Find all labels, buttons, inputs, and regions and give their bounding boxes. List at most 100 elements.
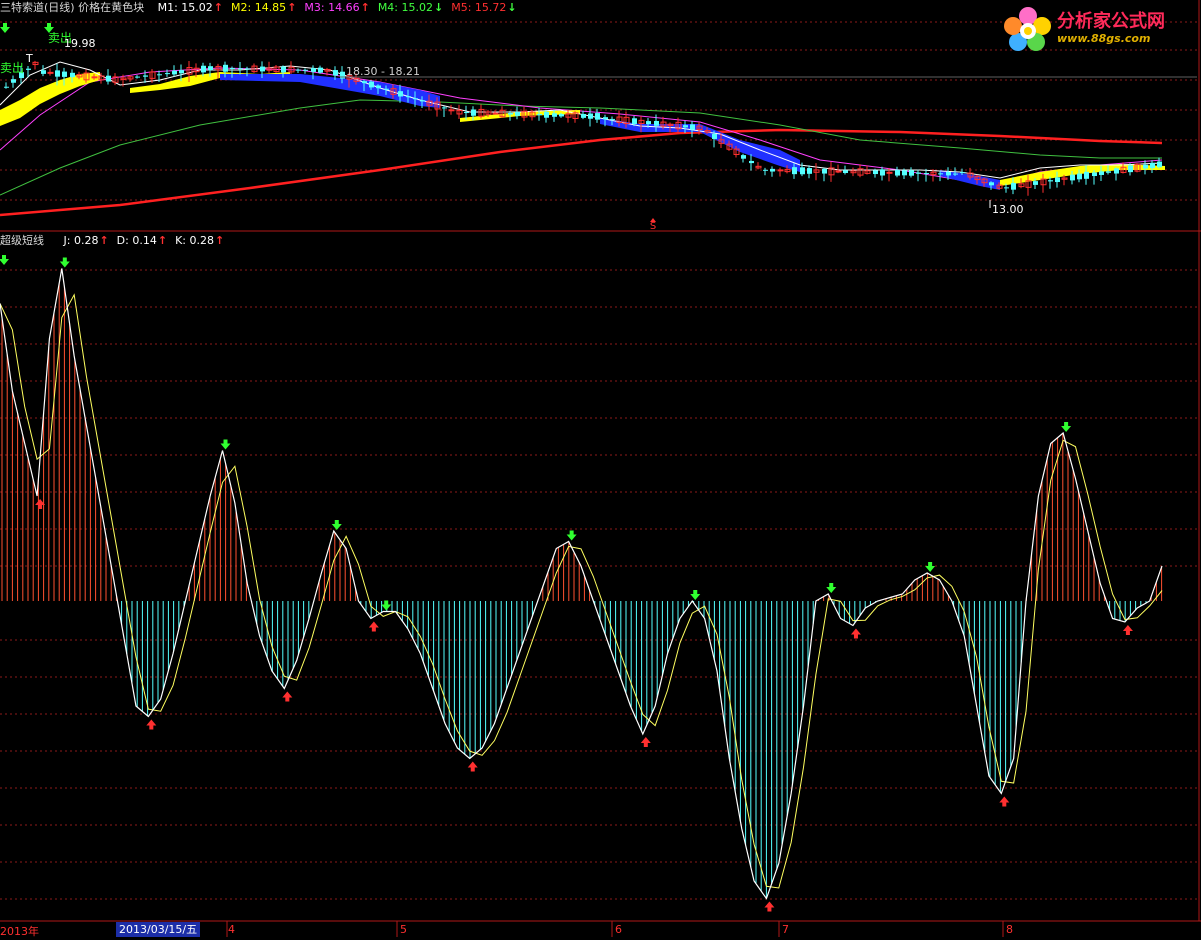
- candle-body: [245, 68, 250, 70]
- site-logo: 分析家公式网 www.88gs.com: [1000, 4, 1196, 56]
- ma-indicator-value: M2: 14.85: [231, 1, 287, 14]
- candle-body: [588, 113, 593, 119]
- candle-body: [91, 76, 98, 79]
- ma-indicator-value: M3: 14.66: [304, 1, 360, 14]
- candle-body: [902, 170, 907, 176]
- candle-body: [508, 112, 513, 115]
- signal-s-label: S: [650, 221, 656, 232]
- candle-body: [989, 182, 994, 186]
- logo-text: 分析家公式网: [1057, 11, 1165, 32]
- month-label: 7: [782, 923, 789, 936]
- candle-body: [770, 168, 775, 172]
- candle-body: [420, 100, 425, 102]
- buy-arrow-icon: [282, 691, 293, 702]
- buy-arrow-icon: [999, 796, 1010, 807]
- month-label: 5: [400, 923, 407, 936]
- candle-body: [595, 113, 600, 120]
- ma-white-line: [0, 61, 1163, 179]
- candle-body: [960, 172, 965, 174]
- kdj-indicator-value: D: 0.14: [116, 234, 157, 247]
- up-arrow-icon: ↑: [213, 1, 223, 14]
- candle-body: [492, 112, 499, 115]
- candle-body: [822, 168, 827, 174]
- candle-body: [1077, 173, 1082, 180]
- candle-body: [179, 70, 184, 74]
- candle-body: [1128, 165, 1133, 173]
- candle-body: [880, 169, 885, 176]
- sell-arrow-icon: [0, 23, 10, 33]
- candle-body: [690, 124, 695, 130]
- sell-arrow-icon: [1061, 422, 1072, 432]
- sell-arrow-icon: [826, 583, 837, 593]
- candle-body: [223, 64, 228, 72]
- candle-body: [471, 109, 476, 116]
- candle-body: [157, 74, 162, 76]
- candle-body: [916, 172, 921, 174]
- candle-body: [843, 170, 848, 174]
- candle-body: [800, 167, 805, 175]
- signal-s-icon: [650, 218, 656, 222]
- candle-body: [938, 173, 943, 175]
- ma-indicator-value: M4: 15.02: [377, 1, 433, 14]
- candle-body: [384, 88, 389, 90]
- up-arrow-icon: ↑: [287, 1, 297, 14]
- candle-body: [654, 120, 659, 126]
- logo-url: www.88gs.com: [1057, 32, 1151, 45]
- candle-body: [376, 85, 381, 89]
- candle-body: [515, 112, 520, 116]
- candle-body: [238, 68, 243, 70]
- candle-body: [369, 81, 374, 88]
- high-price-label: 19.98: [64, 37, 96, 50]
- candle-body: [26, 68, 31, 70]
- low-price-label: 13.00: [992, 203, 1024, 216]
- candle-body: [603, 117, 608, 120]
- candle-body: [807, 168, 812, 174]
- chart-title: 三特索道(日线) 价格在黄色块: [0, 1, 145, 14]
- candle-body: [886, 171, 893, 174]
- sell-arrow-icon: [220, 439, 231, 450]
- candle-body: [946, 172, 951, 176]
- candle-body: [909, 170, 914, 176]
- date-axis: 2013年 2013/03/15/五 4 5 6 7 8: [0, 922, 1201, 939]
- candle-body: [924, 172, 929, 174]
- candle-body: [464, 112, 469, 114]
- ma-indicator-list: M1: 15.02↑ M2: 14.85↑ M3: 14.66↑ M4: 15.02↓…: [158, 1, 525, 15]
- candle-body: [62, 71, 67, 77]
- candle-body: [362, 81, 367, 84]
- candle-body: [581, 113, 586, 118]
- candle-body: [1055, 177, 1060, 183]
- sell-arrow-icon: [59, 257, 70, 268]
- candle-body: [106, 75, 111, 82]
- candle-body: [135, 76, 140, 78]
- candle-body: [683, 125, 688, 128]
- sell-arrow-icon: [925, 562, 936, 572]
- candle-body: [47, 71, 54, 74]
- month-label: 6: [615, 923, 622, 936]
- candle-body: [70, 72, 75, 78]
- buy-arrow-icon: [850, 628, 861, 639]
- candle-body: [1114, 168, 1119, 174]
- sell-arrow-icon: [566, 530, 577, 541]
- up-arrow-icon: ↑: [157, 234, 168, 247]
- candle-body: [1106, 171, 1111, 173]
- month-label: 8: [1006, 923, 1013, 936]
- candle-body: [646, 121, 651, 125]
- oscillator-panel[interactable]: [0, 255, 1163, 912]
- candle-body: [895, 169, 900, 176]
- price-range-label: 18.30 - 18.21: [346, 65, 420, 78]
- k-line: [0, 268, 1163, 900]
- candle-body: [741, 155, 746, 159]
- kdj-indicator-value: K: 0.28: [175, 234, 214, 247]
- candle-body: [442, 107, 447, 109]
- chart-canvas[interactable]: 卖出卖出T19.9818.30 - 18.2113.00S: [0, 0, 1201, 940]
- candle-body: [318, 67, 323, 73]
- oscillator-title: 超级短线: [0, 234, 44, 247]
- d-line: [0, 293, 1163, 889]
- candle-body: [792, 167, 797, 175]
- candle-body: [281, 66, 286, 73]
- candle-body: [143, 75, 148, 77]
- candle-body: [4, 86, 9, 88]
- candle-body: [544, 111, 549, 118]
- candle-body: [559, 114, 564, 117]
- kdj-indicator-list: J: 0.28↑ D: 0.14↑ K: 0.28↑: [64, 234, 233, 248]
